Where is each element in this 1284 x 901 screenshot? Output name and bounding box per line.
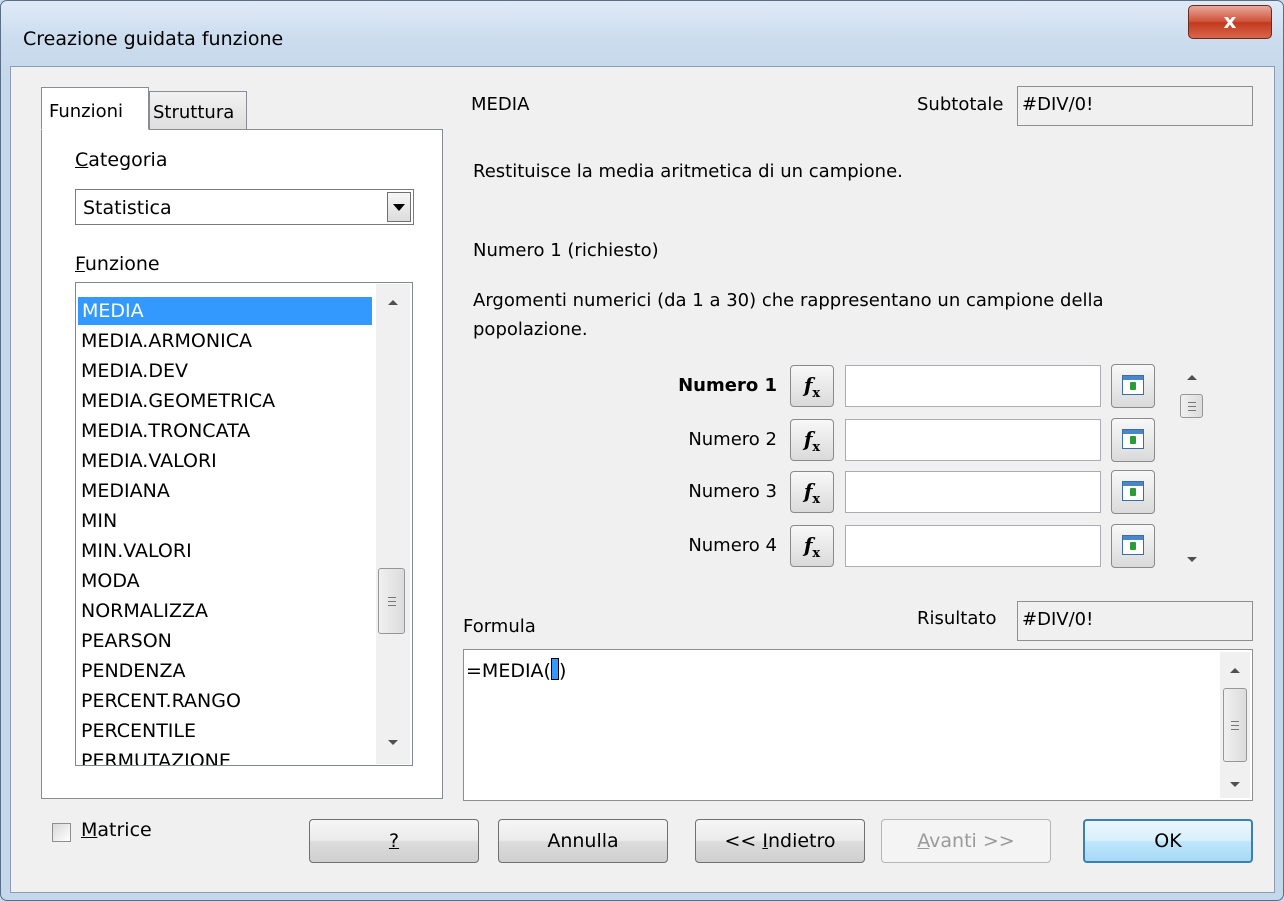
tab-struttura[interactable]: Struttura [149, 91, 247, 129]
result-field: #DIV/0! [1017, 601, 1253, 641]
formula-text: =MEDIA() [466, 658, 567, 682]
scroll-up-icon[interactable] [1230, 668, 1240, 673]
argument-label: Numero 3 [688, 481, 777, 502]
scroll-up-icon[interactable] [388, 300, 398, 305]
category-label: Categoria [75, 149, 168, 171]
dialog-window: Creazione guidata funzione x Funzioni St… [0, 0, 1284, 901]
argument-input[interactable] [845, 471, 1101, 513]
matrix-checkbox[interactable] [52, 823, 71, 842]
argument-input[interactable] [845, 419, 1101, 461]
close-button[interactable]: x [1188, 5, 1272, 39]
matrix-label: Matrice [81, 819, 152, 841]
fx-icon[interactable]: fx [790, 525, 834, 567]
scroll-thumb[interactable] [378, 568, 405, 634]
function-name: MEDIA [471, 94, 530, 115]
formula-label: Formula [463, 616, 536, 637]
function-list-item[interactable]: PEARSON [81, 627, 172, 655]
dropdown-arrow-icon[interactable] [387, 192, 411, 222]
arguments-scrollbar[interactable] [1175, 359, 1209, 573]
scroll-thumb[interactable] [1223, 688, 1247, 762]
back-button[interactable]: << Indietro [695, 819, 865, 863]
argument-input[interactable] [845, 525, 1101, 567]
argument-label: Numero 4 [688, 535, 777, 556]
function-label: Funzione [75, 253, 160, 275]
argument-title: Numero 1 (richiesto) [473, 240, 659, 261]
cancel-button[interactable]: Annulla [498, 819, 668, 863]
fx-icon[interactable]: fx [790, 419, 834, 461]
argument-label: Numero 2 [688, 429, 777, 450]
result-label: Risultato [917, 608, 997, 629]
argument-input[interactable] [845, 365, 1101, 407]
function-list-item[interactable]: MIN [81, 507, 117, 535]
category-value: Statistica [83, 197, 172, 219]
subtotal-label: Subtotale [917, 94, 1004, 115]
function-description: Restituisce la media aritmetica di un ca… [473, 161, 903, 182]
function-list-item[interactable]: MIN.VALORI [81, 537, 192, 565]
function-list-scrollbar[interactable] [376, 284, 410, 764]
close-icon: x [1223, 9, 1237, 33]
fx-icon[interactable]: fx [790, 471, 834, 513]
scroll-down-icon[interactable] [388, 740, 398, 745]
subtotal-field: #DIV/0! [1017, 86, 1253, 126]
function-list-item[interactable]: MODA [81, 567, 140, 595]
formula-scrollbar[interactable] [1220, 652, 1250, 798]
function-list-item[interactable]: MEDIA.GEOMETRICA [81, 387, 275, 415]
scroll-down-icon[interactable] [1230, 782, 1240, 787]
function-list-item[interactable]: MEDIA.DEV [81, 357, 188, 385]
shrink-icon[interactable] [1111, 418, 1155, 462]
ok-button[interactable]: OK [1083, 819, 1253, 863]
function-list-item[interactable]: PENDENZA [81, 657, 186, 685]
function-list-item[interactable]: PERCENT.RANGO [81, 687, 241, 715]
formula-editor[interactable]: =MEDIA() [463, 649, 1253, 801]
scroll-down-icon[interactable] [1187, 557, 1197, 562]
tab-funzioni[interactable]: Funzioni [41, 87, 149, 130]
help-button[interactable]: ? [309, 819, 479, 863]
function-list-item[interactable]: MEDIA.ARMONICA [81, 327, 252, 355]
function-list-item[interactable]: MEDIA.VALORI [81, 447, 217, 475]
shrink-icon[interactable] [1111, 470, 1155, 514]
shrink-icon[interactable] [1111, 364, 1155, 408]
function-list-item[interactable]: MEDIANA [81, 477, 170, 505]
category-select[interactable]: Statistica [75, 189, 414, 225]
scroll-up-icon[interactable] [1187, 375, 1197, 380]
function-list-item[interactable]: PERMUTAZIONE [81, 747, 231, 765]
fx-icon[interactable]: fx [790, 365, 834, 407]
argument-label: Numero 1 [678, 375, 777, 396]
function-list-item[interactable]: NORMALIZZA [81, 597, 208, 625]
window-title: Creazione guidata funzione [23, 28, 284, 50]
scroll-thumb[interactable] [1180, 394, 1203, 418]
argument-description-line1: Argomenti numerici (da 1 a 30) che rappr… [473, 290, 1104, 311]
shrink-icon[interactable] [1111, 524, 1155, 568]
function-listbox[interactable]: MEDIA MEDIA.ARMONICA MEDIA.DEV MEDIA.GEOMET… [75, 282, 413, 766]
tab-funzioni-label: Funzioni [49, 101, 124, 122]
tab-struttura-label: Struttura [153, 102, 235, 123]
function-list-item[interactable]: PERCENTILE [81, 717, 196, 745]
argument-description-line2: popolazione. [473, 319, 588, 340]
next-button[interactable]: Avanti >> [881, 819, 1051, 863]
function-list-item[interactable]: MEDIA.TRONCATA [81, 417, 250, 445]
function-list-item[interactable]: MEDIA [78, 297, 372, 325]
